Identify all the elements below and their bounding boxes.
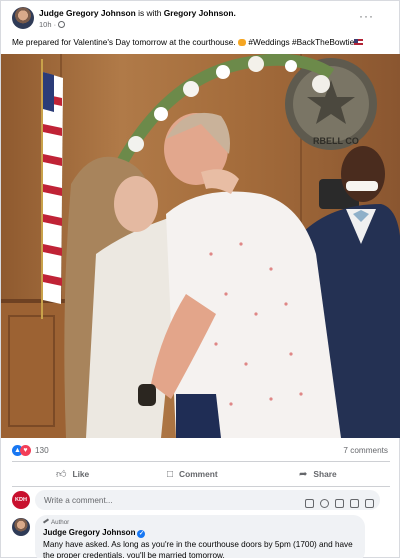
emoji-icon[interactable] (320, 499, 329, 508)
commenter-avatar[interactable]: KDH (12, 491, 30, 509)
verified-badge-icon: ✓ (137, 530, 146, 538)
share-label: Share (313, 469, 337, 479)
comment-input[interactable] (44, 490, 284, 510)
reaction-count: 130 (35, 446, 49, 455)
comment-author-line: Judge Gregory Johnson ✓ (43, 528, 357, 538)
reactions-summary[interactable]: ▲ ♥ 130 (12, 445, 49, 456)
author-badge-label: Author (51, 519, 70, 526)
post-caption: Me prepared for Valentine's Day tomorrow… (12, 37, 364, 47)
caption-text: Me prepared for Valentine's Day tomorrow… (12, 37, 236, 47)
comment-composer: KDH (12, 489, 390, 511)
post-timestamp: 10h · (39, 20, 66, 29)
comment-label: Comment (179, 469, 218, 479)
comment-text: Many have asked. As long as you're in th… (43, 540, 353, 558)
comment-author-avatar[interactable] (12, 518, 30, 536)
facebook-post: Judge Gregory Johnson is with Gregory Jo… (0, 0, 400, 558)
author-comment: Author Judge Gregory Johnson ✓ Many have … (12, 514, 390, 558)
composer-icons (299, 495, 374, 508)
tagged-name[interactable]: Gregory Johnson. (164, 8, 236, 18)
comment-button[interactable]: □ Comment (167, 463, 218, 485)
thumbs-up-icon: 👍︎ (56, 469, 67, 480)
caption-hashtags[interactable]: #Weddings #BackTheBowtie (248, 37, 354, 47)
heart-face-emoji-icon (238, 39, 247, 46)
us-flag-emoji-icon (354, 39, 364, 45)
comments-count-link[interactable]: 7 comments (343, 446, 388, 455)
post-photo[interactable]: RBELL CO (1, 54, 400, 438)
author-avatar[interactable] (12, 7, 34, 29)
divider (12, 461, 390, 462)
like-button[interactable]: 👍︎ Like (56, 463, 89, 485)
post-time[interactable]: 10h (39, 20, 52, 29)
divider (12, 486, 390, 487)
author-badge: Author (42, 518, 357, 527)
comment-box[interactable] (35, 490, 380, 510)
like-label: Like (72, 469, 90, 479)
author-name[interactable]: Judge Gregory Johnson (39, 8, 136, 18)
speech-bubble-icon: □ (167, 469, 174, 480)
post-stats: ▲ ♥ 130 7 comments (12, 445, 392, 459)
post-header: Judge Gregory Johnson is with Gregory Jo… (1, 1, 400, 33)
comment-bubble: Author Judge Gregory Johnson ✓ Many have … (35, 515, 365, 558)
with-text: is with (138, 8, 162, 18)
post-author-line: Judge Gregory Johnson is with Gregory Jo… (39, 8, 236, 18)
love-reaction-icon: ♥ (20, 445, 31, 456)
globe-icon (58, 21, 66, 28)
avatar-sticker-icon[interactable] (305, 499, 314, 508)
gif-icon[interactable] (350, 499, 359, 508)
camera-icon[interactable] (335, 499, 344, 508)
comment-author-name[interactable]: Judge Gregory Johnson (43, 528, 135, 537)
sticker-icon[interactable] (365, 499, 374, 508)
more-options-button[interactable]: ··· (359, 9, 374, 23)
seal-text: RBELL CO (313, 136, 359, 146)
share-button[interactable]: ➦ Share (299, 463, 337, 485)
share-arrow-icon: ➦ (299, 469, 308, 480)
post-actions: 👍︎ Like □ Comment ➦ Share (12, 463, 390, 485)
pen-icon (42, 518, 50, 524)
